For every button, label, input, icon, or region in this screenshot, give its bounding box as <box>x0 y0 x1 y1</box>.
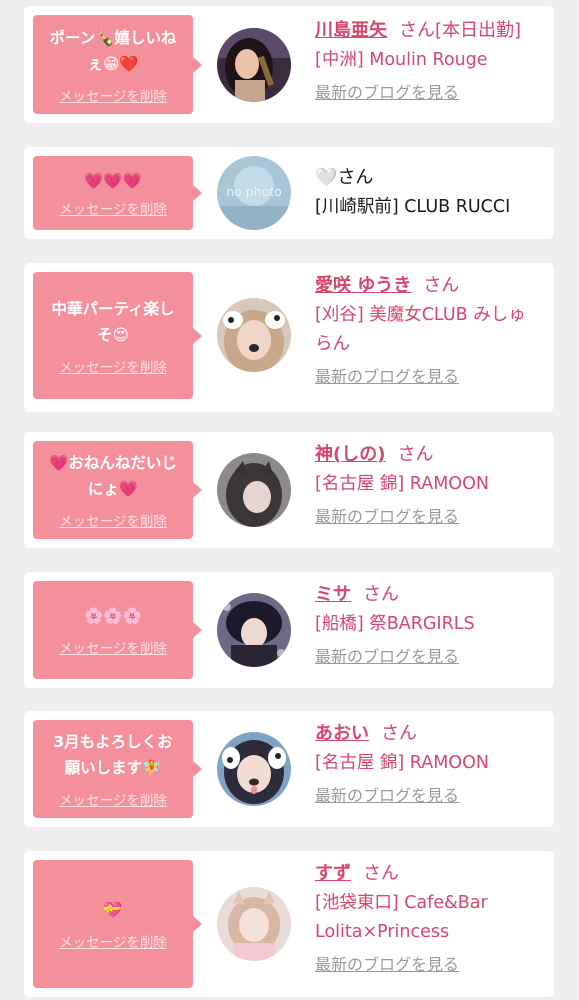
avatar[interactable] <box>217 887 291 961</box>
shop-label: [名古屋 錦] RAMOON <box>315 753 489 773</box>
san-label: さん <box>423 275 460 296</box>
cast-name-link[interactable]: あおい <box>315 723 369 744</box>
avatar-photo-icon <box>217 453 291 527</box>
latest-blog-link[interactable]: 最新のブログを見る <box>315 505 540 529</box>
avatar-photo-icon <box>217 732 291 806</box>
avatar-photo-icon <box>217 298 291 372</box>
message-card: 🌸🌸🌸 メッセージを削除 ミサ さん [船橋] 祭BARGIRLS 最新のブログを… <box>24 572 554 688</box>
san-label: さん <box>363 584 399 605</box>
cast-info: 川島亜矢 さん[本日出勤] [中洲] Moulin Rouge 最新のブログを見る <box>315 16 540 105</box>
message-card: 3月もよろしくお願いします🧚 メッセージを削除 あおい さん [名古屋 錦] RA… <box>24 711 554 827</box>
message-text: 🌸🌸🌸 <box>84 607 142 625</box>
san-label: さん <box>399 20 435 41</box>
message-text: 中華パーティ楽しそ😍 <box>51 299 175 344</box>
latest-blog-link[interactable]: 最新のブログを見る <box>315 953 540 977</box>
message-bubble: 中華パーティ楽しそ😍 メッセージを削除 <box>33 272 202 399</box>
message-text: ポーン🍾嬉しいねぇ😁❤️ <box>49 28 177 73</box>
shop-label: [中洲] Moulin Rouge <box>315 50 488 70</box>
san-label: さん <box>337 167 374 188</box>
delete-message-link[interactable]: メッセージを削除 <box>59 931 167 951</box>
message-card: 💗💗💗 メッセージを削除 no photo 🤍さん [川崎駅前] CLUB RU… <box>24 147 554 239</box>
delete-message-link[interactable]: メッセージを削除 <box>59 356 167 376</box>
cast-name-link[interactable]: 川島亜矢 <box>315 20 387 41</box>
avatar[interactable] <box>217 298 291 372</box>
message-card: 中華パーティ楽しそ😍 メッセージを削除 愛咲 ゆうき さん [刈谷] 美魔女CLU… <box>24 263 554 412</box>
avatar[interactable] <box>217 453 291 527</box>
avatar[interactable] <box>217 28 291 102</box>
avatar[interactable] <box>217 593 291 667</box>
status-badge: [本日出勤] <box>435 20 522 41</box>
message-card: ポーン🍾嬉しいねぇ😁❤️ メッセージを削除 川島亜矢 さん[本日出勤] [中洲] … <box>24 6 554 123</box>
message-bubble: 3月もよろしくお願いします🧚 メッセージを削除 <box>33 720 202 818</box>
avatar-photo-icon <box>217 28 291 102</box>
cast-name-link[interactable]: すず <box>315 863 351 884</box>
san-label: さん <box>381 723 417 744</box>
message-bubble: 💝 メッセージを削除 <box>33 860 202 988</box>
cast-name-link[interactable]: 神(しの) <box>315 444 385 465</box>
message-card: 💝 メッセージを削除 すず さん [池袋東口] Cafe&Bar Lolita×P… <box>24 851 554 997</box>
cast-name-link[interactable]: ミサ <box>315 584 351 605</box>
shop-label: [名古屋 錦] RAMOON <box>315 474 489 494</box>
message-text: 💗おねんねだいじにょ💗 <box>49 454 177 498</box>
message-text: 💗💗💗 <box>84 172 142 190</box>
delete-message-link[interactable]: メッセージを削除 <box>59 637 167 657</box>
latest-blog-link[interactable]: 最新のブログを見る <box>315 784 540 808</box>
latest-blog-link[interactable]: 最新のブログを見る <box>315 365 540 389</box>
message-list: ポーン🍾嬉しいねぇ😁❤️ メッセージを削除 川島亜矢 さん[本日出勤] [中洲] … <box>0 0 579 1000</box>
message-text: 3月もよろしくお願いします🧚 <box>53 733 173 777</box>
message-bubble: 💗💗💗 メッセージを削除 <box>33 156 202 230</box>
message-bubble: 🌸🌸🌸 メッセージを削除 <box>33 581 202 679</box>
cast-info: ミサ さん [船橋] 祭BARGIRLS 最新のブログを見る <box>315 580 540 669</box>
shop-label: [川崎駅前] CLUB RUCCI <box>315 197 511 217</box>
delete-message-link[interactable]: メッセージを削除 <box>59 510 167 530</box>
cast-info: すず さん [池袋東口] Cafe&Bar Lolita×Princess 最新の… <box>315 859 540 977</box>
cast-info: 愛咲 ゆうき さん [刈谷] 美魔女CLUB みしゅらん 最新のブログを見る <box>315 271 540 389</box>
san-label: さん <box>363 863 399 884</box>
avatar-text: no photo <box>226 184 282 199</box>
message-card: 💗おねんねだいじにょ💗 メッセージを削除 神(しの) さん [名古屋 錦] RAM… <box>24 432 554 548</box>
delete-message-link[interactable]: メッセージを削除 <box>59 85 167 105</box>
latest-blog-link[interactable]: 最新のブログを見る <box>315 645 540 669</box>
cast-info: 神(しの) さん [名古屋 錦] RAMOON 最新のブログを見る <box>315 440 540 529</box>
avatar-photo-icon <box>217 887 291 961</box>
heart-icon: 🤍 <box>315 167 338 188</box>
shop-label: [船橋] 祭BARGIRLS <box>315 614 475 634</box>
message-bubble: ポーン🍾嬉しいねぇ😁❤️ メッセージを削除 <box>33 15 202 114</box>
message-text: 💝 <box>103 901 123 919</box>
cast-name-link[interactable]: 愛咲 ゆうき <box>315 275 411 296</box>
avatar[interactable] <box>217 732 291 806</box>
cast-info: 🤍さん [川崎駅前] CLUB RUCCI <box>315 163 540 222</box>
avatar-photo-icon <box>217 593 291 667</box>
shop-label: [池袋東口] Cafe&Bar Lolita×Princess <box>315 893 488 942</box>
cast-info: あおい さん [名古屋 錦] RAMOON 最新のブログを見る <box>315 719 540 808</box>
delete-message-link[interactable]: メッセージを削除 <box>59 789 167 809</box>
shop-label: [刈谷] 美魔女CLUB みしゅらん <box>315 305 526 354</box>
san-label: さん <box>397 444 434 465</box>
avatar[interactable]: no photo <box>217 156 291 230</box>
latest-blog-link[interactable]: 最新のブログを見る <box>315 81 540 105</box>
delete-message-link[interactable]: メッセージを削除 <box>59 198 167 218</box>
message-bubble: 💗おねんねだいじにょ💗 メッセージを削除 <box>33 441 202 539</box>
